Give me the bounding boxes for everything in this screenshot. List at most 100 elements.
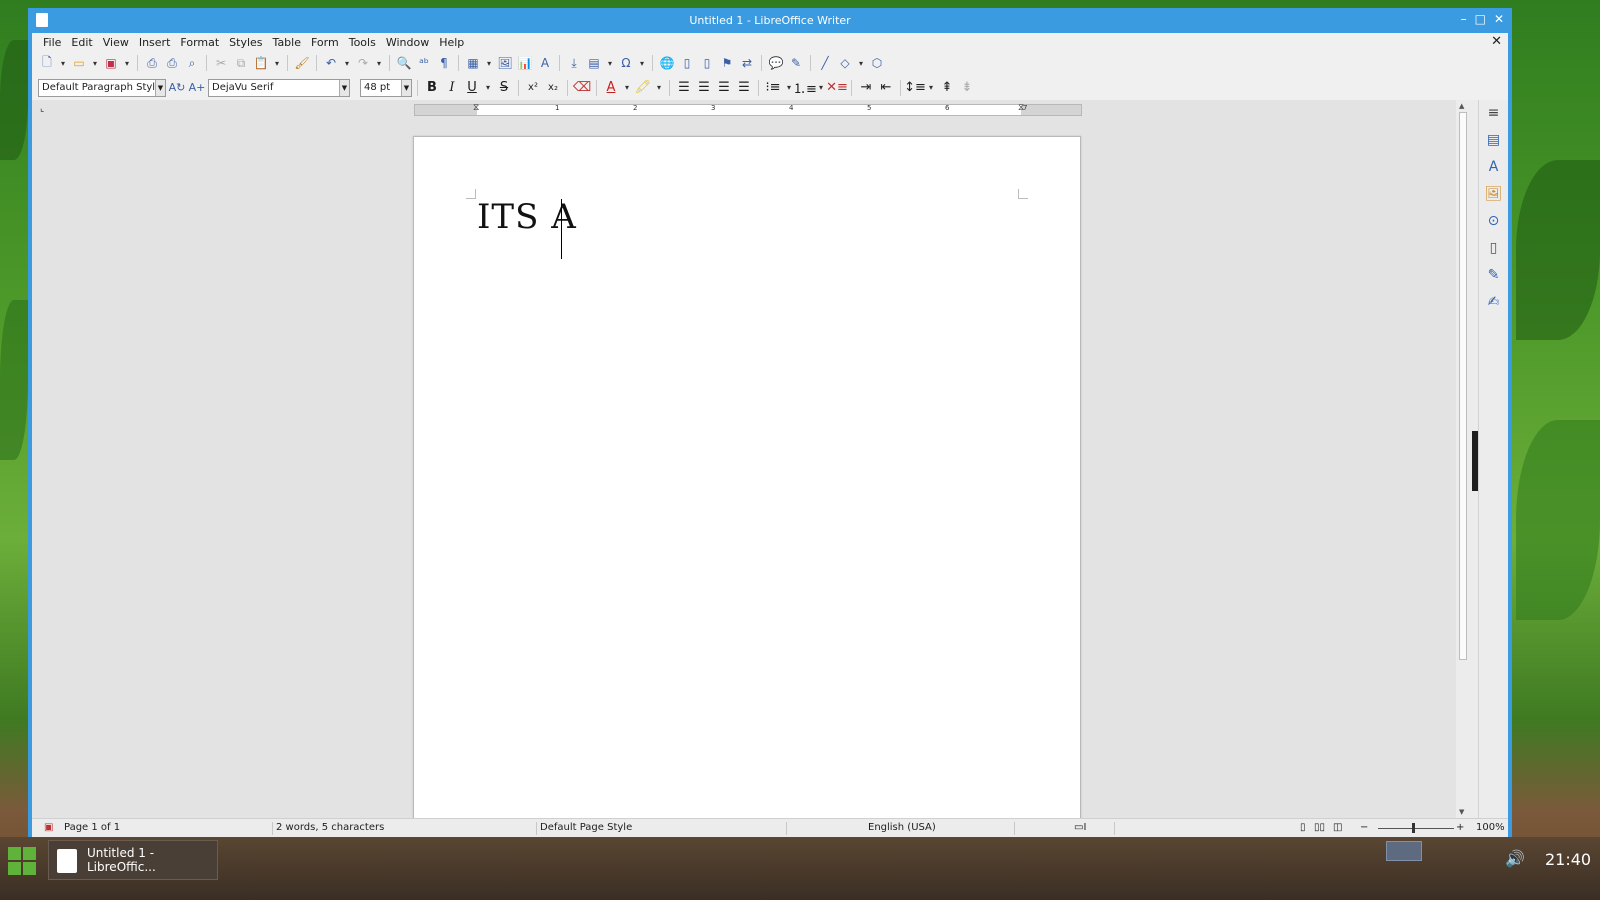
start-menu-icon[interactable]	[8, 847, 36, 875]
chevron-down-icon[interactable]: ▾	[342, 54, 352, 72]
chevron-down-icon[interactable]: ▼	[155, 79, 165, 96]
chevron-down-icon[interactable]: ▾	[374, 54, 384, 72]
menu-help[interactable]: Help	[434, 36, 469, 49]
print-preview-icon[interactable]: ⌕	[183, 54, 201, 72]
word-count-status[interactable]: 2 words, 5 characters	[276, 822, 384, 833]
tab-stop-selector[interactable]: ⌞	[40, 104, 44, 114]
scroll-down-icon[interactable]: ▼	[1459, 808, 1464, 816]
styles-icon[interactable]: A	[1485, 158, 1503, 176]
gallery-icon[interactable]: 🖼	[1485, 185, 1503, 203]
hyperlink-icon[interactable]: 🌐	[658, 54, 676, 72]
copy-icon[interactable]: ⧉	[232, 54, 250, 72]
menu-tools[interactable]: Tools	[344, 36, 381, 49]
cut-icon[interactable]: ✂	[212, 54, 230, 72]
increase-indent-icon[interactable]: ⇥	[857, 79, 875, 97]
zoom-level[interactable]: 100%	[1476, 822, 1505, 833]
style-inspector-icon[interactable]: ✎	[1485, 266, 1503, 284]
sidebar-menu-icon[interactable]: ≡	[1485, 104, 1503, 122]
increase-paragraph-spacing-icon[interactable]: ⇞	[938, 79, 956, 97]
clock[interactable]: 21:40	[1545, 850, 1591, 869]
taskbar-writer-task[interactable]: Untitled 1 - LibreOffic...	[48, 840, 218, 880]
page-icon[interactable]: ▯	[1485, 239, 1503, 257]
align-center-icon[interactable]: ☰	[695, 79, 713, 97]
clear-formatting-icon[interactable]: ⌫	[573, 79, 591, 97]
chevron-down-icon[interactable]: ▾	[856, 54, 866, 72]
chevron-down-icon[interactable]: ▼	[339, 79, 349, 96]
new-style-icon[interactable]: A+	[188, 79, 206, 97]
scroll-up-icon[interactable]: ▲	[1459, 102, 1464, 110]
bold-icon[interactable]: B	[423, 79, 441, 97]
endnote-icon[interactable]: ▯	[698, 54, 716, 72]
comment-icon[interactable]: 💬	[767, 54, 785, 72]
decrease-indent-icon[interactable]: ⇤	[877, 79, 895, 97]
manage-changes-icon[interactable]: ✍	[1485, 293, 1503, 311]
zoom-out-icon[interactable]: −	[1360, 822, 1368, 833]
zoom-slider-track[interactable]	[1378, 828, 1454, 829]
zoom-slider-knob[interactable]	[1412, 823, 1415, 833]
page-style-status[interactable]: Default Page Style	[540, 822, 632, 833]
menu-format[interactable]: Format	[175, 36, 224, 49]
menu-view[interactable]: View	[98, 36, 134, 49]
single-page-view-icon[interactable]: ▯	[1300, 822, 1306, 833]
font-color-icon[interactable]: A	[602, 79, 620, 97]
chevron-down-icon[interactable]: ▾	[816, 79, 826, 97]
clone-formatting-icon[interactable]: 🖌	[293, 54, 311, 72]
multi-page-view-icon[interactable]: ▯▯	[1314, 822, 1325, 833]
vertical-scrollbar[interactable]: ▲ ▼	[1456, 100, 1470, 818]
menu-insert[interactable]: Insert	[134, 36, 176, 49]
chevron-down-icon[interactable]: ▾	[637, 54, 647, 72]
justify-icon[interactable]: ☰	[735, 79, 753, 97]
insert-chart-icon[interactable]: 📊	[516, 54, 534, 72]
chevron-down-icon[interactable]: ▾	[90, 54, 100, 72]
language-status[interactable]: English (USA)	[868, 822, 936, 833]
document-page[interactable]: ITS A	[413, 136, 1081, 826]
left-indent-marker[interactable]: ⧖	[473, 103, 479, 113]
underline-icon[interactable]: U	[463, 79, 481, 97]
numbered-list-icon[interactable]: ⒈≡	[793, 79, 817, 97]
chevron-down-icon[interactable]: ▾	[58, 54, 68, 72]
horizontal-ruler[interactable]: ⧖ ⧖ 1 2 3 4 5 6 7	[414, 103, 1082, 116]
properties-icon[interactable]: ▤	[1485, 131, 1503, 149]
line-spacing-icon[interactable]: ↕≡	[904, 79, 926, 97]
align-right-icon[interactable]: ☰	[715, 79, 733, 97]
print-icon[interactable]: ⎙	[163, 54, 181, 72]
chevron-down-icon[interactable]: ▼	[401, 79, 411, 96]
menu-form[interactable]: Form	[306, 36, 344, 49]
bookmark-icon[interactable]: ⚑	[718, 54, 736, 72]
footnote-icon[interactable]: ▯	[678, 54, 696, 72]
draw-functions-icon[interactable]: ⬡	[868, 54, 886, 72]
menu-styles[interactable]: Styles	[224, 36, 267, 49]
subscript-icon[interactable]: x₂	[544, 79, 562, 97]
line-icon[interactable]: ╱	[816, 54, 834, 72]
navigator-icon[interactable]: ⊙	[1485, 212, 1503, 230]
spelling-icon[interactable]: ᵃᵇ	[415, 54, 433, 72]
no-list-icon[interactable]: ✕≡	[826, 79, 848, 97]
basic-shapes-icon[interactable]: ◇	[836, 54, 854, 72]
selection-mode-icon[interactable]: ▭I	[1074, 822, 1086, 833]
volume-icon[interactable]: 🔊	[1505, 849, 1525, 868]
undo-icon[interactable]: ↶	[322, 54, 340, 72]
superscript-icon[interactable]: x²	[524, 79, 542, 97]
paragraph-style-select[interactable]: Default Paragraph Style ▼	[38, 78, 166, 97]
zoom-in-icon[interactable]: +	[1456, 822, 1464, 833]
document-modified-icon[interactable]: ▣	[44, 822, 53, 833]
chevron-down-icon[interactable]: ▾	[122, 54, 132, 72]
minimize-button[interactable]: –	[1461, 12, 1467, 26]
tray-document-icon[interactable]	[1386, 841, 1422, 861]
chevron-down-icon[interactable]: ▾	[272, 54, 282, 72]
paste-icon[interactable]: 📋	[252, 54, 270, 72]
font-size-select[interactable]: 48 pt ▼	[360, 78, 412, 97]
page-break-icon[interactable]: ⤓	[565, 54, 583, 72]
chevron-down-icon[interactable]: ▾	[484, 54, 494, 72]
redo-icon[interactable]: ↷	[354, 54, 372, 72]
special-character-icon[interactable]: Ω	[617, 54, 635, 72]
menu-window[interactable]: Window	[381, 36, 434, 49]
find-replace-icon[interactable]: 🔍	[395, 54, 413, 72]
menu-table[interactable]: Table	[268, 36, 306, 49]
italic-icon[interactable]: I	[443, 79, 461, 97]
insert-image-icon[interactable]: 🖼	[496, 54, 514, 72]
chevron-down-icon[interactable]: ▾	[622, 79, 632, 97]
font-name-select[interactable]: DejaVu Serif ▼	[208, 78, 350, 97]
bullet-list-icon[interactable]: ⁝≡	[764, 79, 782, 97]
chevron-down-icon[interactable]: ▾	[654, 79, 664, 97]
